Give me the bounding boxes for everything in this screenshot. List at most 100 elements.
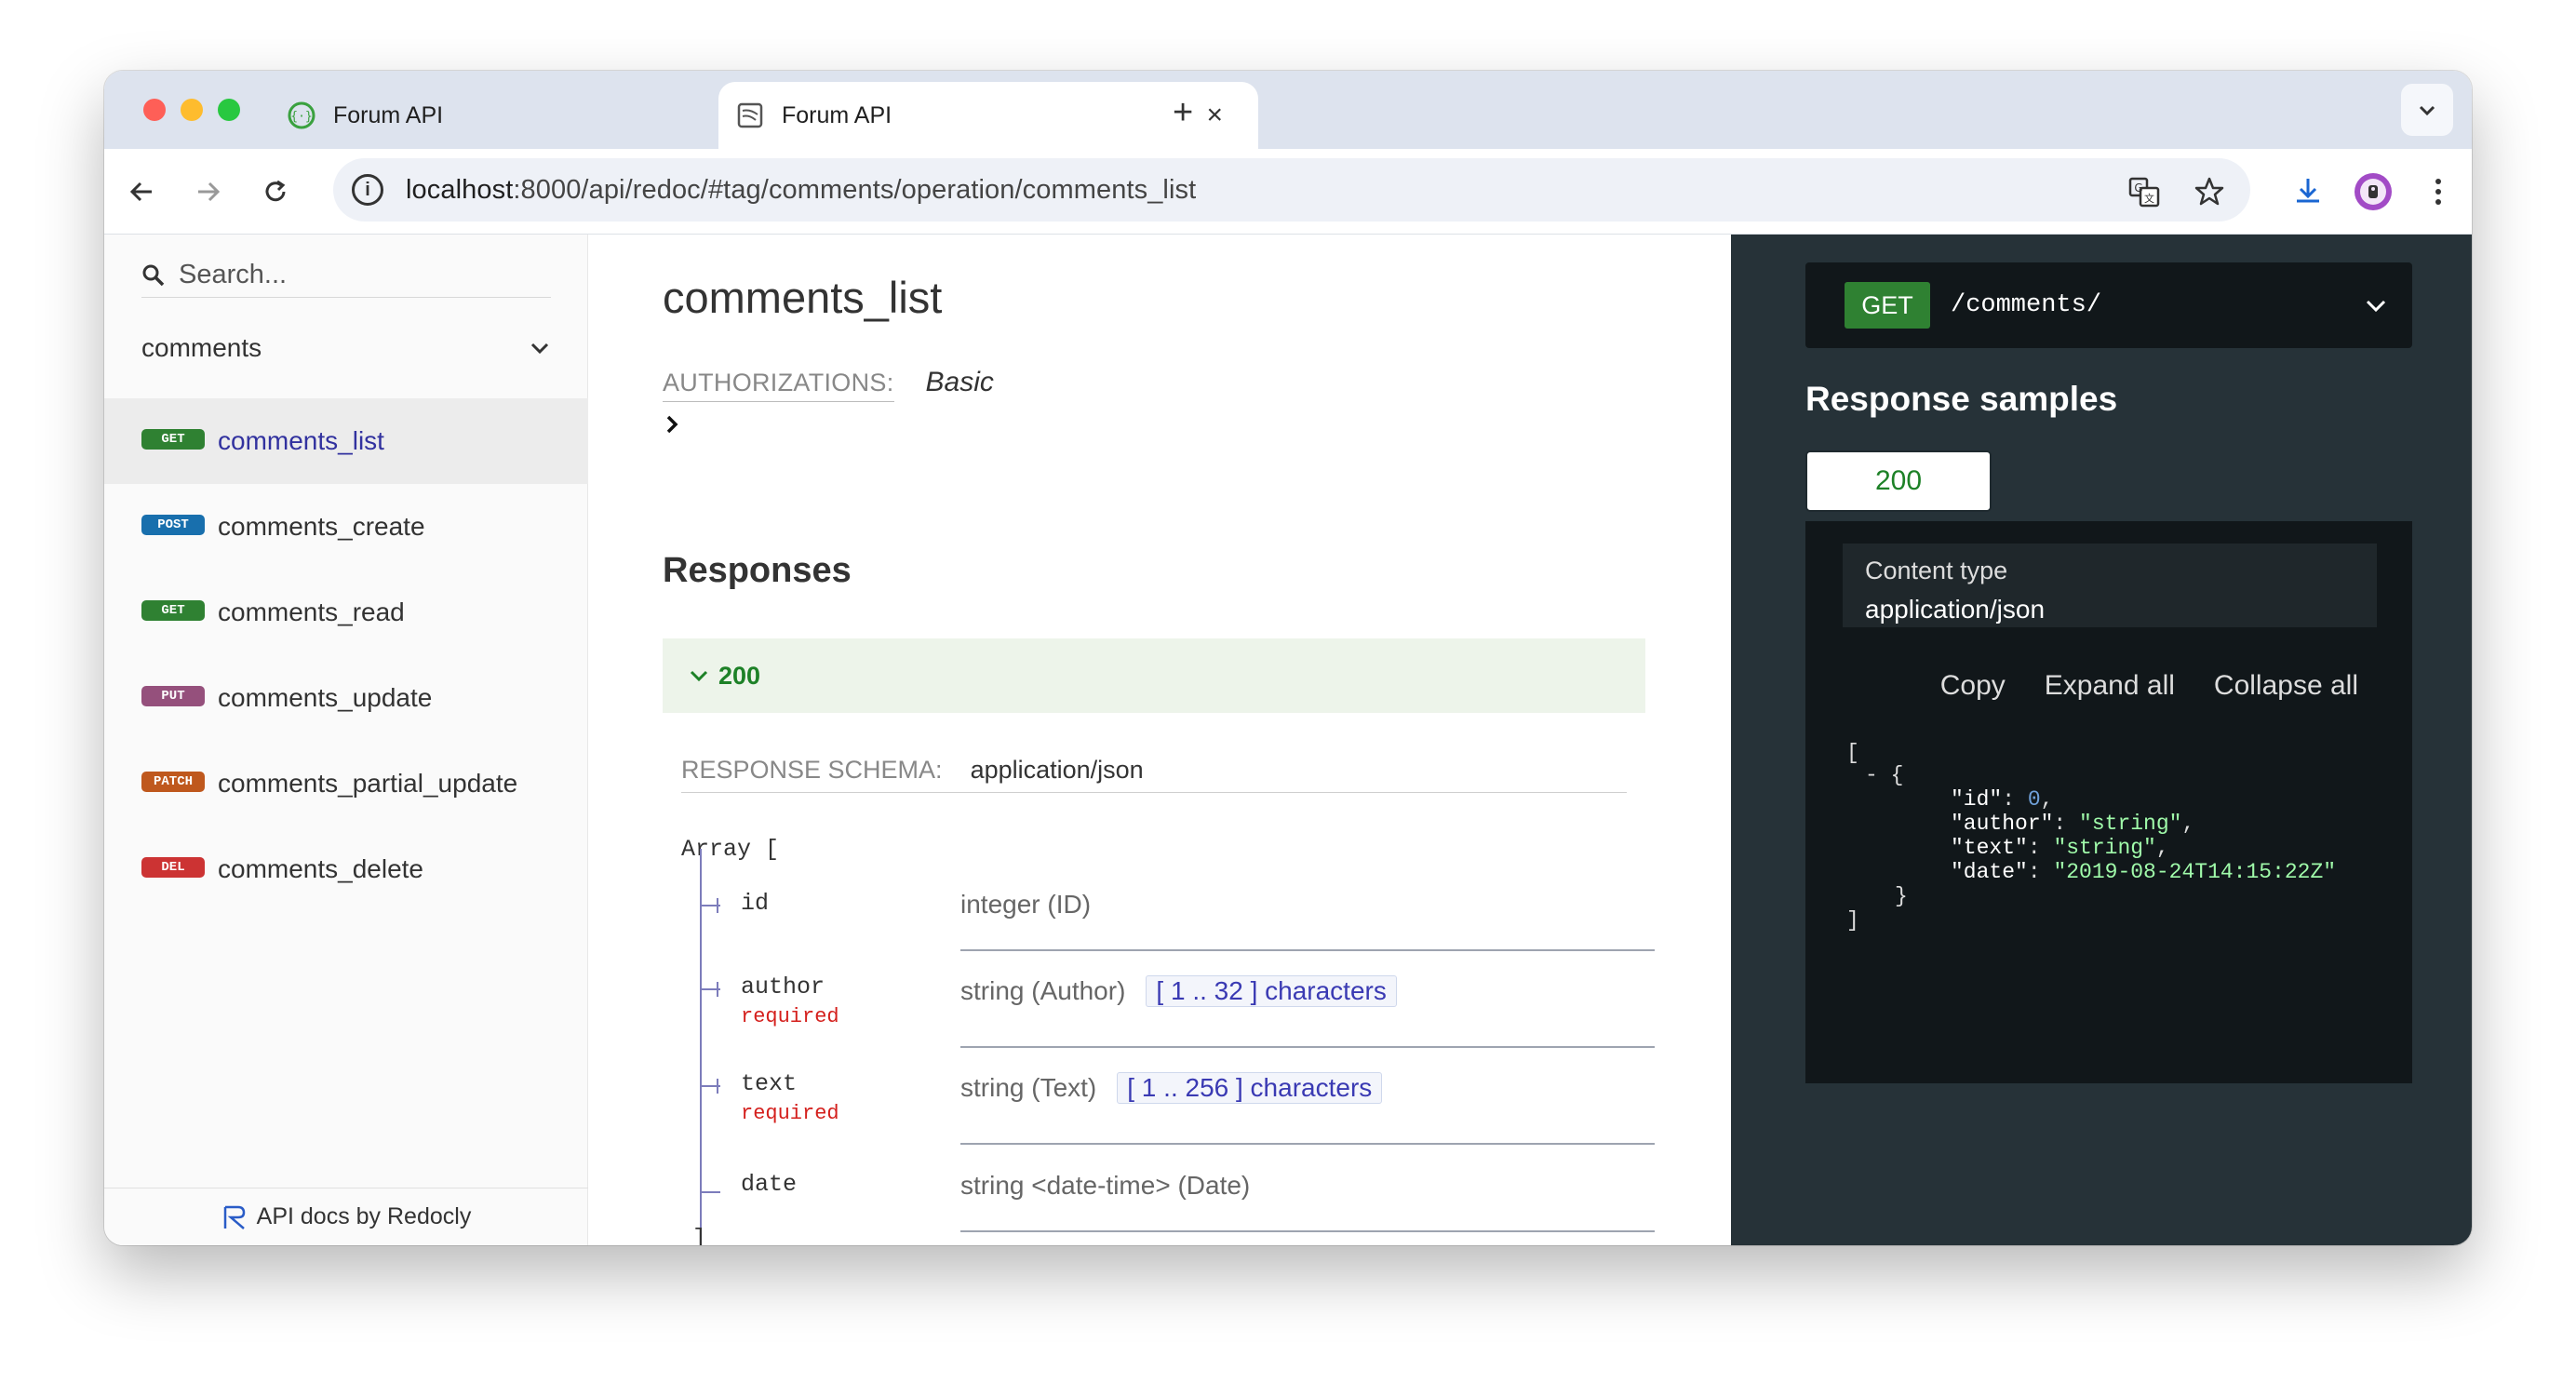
method-badge: PUT xyxy=(141,686,205,706)
bookmark-button[interactable] xyxy=(2187,169,2232,214)
copy-button[interactable]: Copy xyxy=(1940,670,2006,702)
sidebar: Search... comments GET comments_list POS… xyxy=(104,235,588,1245)
endpoint-path: /comments/ xyxy=(1951,291,2102,319)
tab-search-button[interactable] xyxy=(2401,84,2453,136)
sidebar-item-label: comments_partial_update xyxy=(218,769,518,798)
browser-menu-button[interactable] xyxy=(2416,169,2461,214)
property-type: integer (ID) xyxy=(960,890,1092,919)
svg-text:文: 文 xyxy=(2144,192,2154,205)
code-line: "date": "2019-08-24T14:15:22Z" xyxy=(1951,860,2337,884)
star-icon xyxy=(2194,177,2224,206)
chevron-down-icon xyxy=(690,670,708,682)
code-line: ] xyxy=(1846,908,1859,933)
chevron-right-icon xyxy=(666,415,678,434)
sidebar-item-label: comments_read xyxy=(218,598,405,626)
svg-text:G: G xyxy=(2134,181,2142,195)
required-flag: required xyxy=(741,1102,839,1125)
close-tab-icon[interactable]: × xyxy=(1206,101,1223,129)
address-bar[interactable]: i localhost:8000/api/redoc/#tag/comments… xyxy=(333,158,2250,222)
content-type-value: application/json xyxy=(1865,595,2046,624)
code-line: "id": 0, xyxy=(1951,787,2054,812)
response-200-toggle[interactable]: 200 xyxy=(663,638,1645,713)
method-badge: DEL xyxy=(141,857,205,878)
code-collapse-toggle[interactable]: - { xyxy=(1865,763,1903,787)
authorizations-value: Basic xyxy=(925,367,994,397)
new-tab-button[interactable]: + xyxy=(1173,95,1193,130)
status-tab-200[interactable]: 200 xyxy=(1805,450,1992,512)
api-favicon-icon: {·} xyxy=(287,101,316,130)
site-info-icon[interactable]: i xyxy=(352,174,383,206)
svg-text:{·}: {·} xyxy=(290,110,312,124)
translate-icon: G文 xyxy=(2128,177,2160,208)
authorizations-row: AUTHORIZATIONS: Basic xyxy=(663,367,994,402)
forward-button[interactable] xyxy=(186,169,231,214)
sample-actions: Copy Expand all Collapse all xyxy=(1940,670,2358,702)
operation-title: comments_list xyxy=(663,273,943,322)
code-line: } xyxy=(1895,884,1908,908)
response-schema-value: application/json xyxy=(970,756,1144,784)
url-text: localhost:8000/api/redoc/#tag/comments/o… xyxy=(406,174,1197,205)
property-name: text xyxy=(741,1070,798,1097)
minimize-window-button[interactable] xyxy=(181,99,203,121)
sidebar-item-comments-update[interactable]: PUT comments_update xyxy=(104,655,588,741)
downloads-button[interactable] xyxy=(2286,169,2330,214)
avatar-icon xyxy=(2355,173,2392,210)
expand-auth-button[interactable] xyxy=(663,411,683,442)
responses-heading: Responses xyxy=(663,551,852,590)
response-code: 200 xyxy=(718,661,761,690)
method-badge: GET xyxy=(141,600,205,621)
content-type-selector[interactable]: Content type application/json xyxy=(1843,544,2377,627)
maximize-window-button[interactable] xyxy=(218,99,240,121)
sidebar-item-comments-read[interactable]: GET comments_read xyxy=(104,570,588,655)
endpoint-method-badge: GET xyxy=(1845,282,1930,329)
back-button[interactable] xyxy=(119,169,164,214)
sidebar-item-label: comments_delete xyxy=(218,854,424,883)
sidebar-item-comments-delete[interactable]: DEL comments_delete xyxy=(104,826,588,912)
response-sample-box: Content type application/json Copy Expan… xyxy=(1805,521,2412,1083)
chevron-down-icon xyxy=(2419,105,2435,116)
profile-avatar[interactable] xyxy=(2351,169,2395,214)
method-badge: GET xyxy=(141,429,205,450)
sidebar-item-comments-list[interactable]: GET comments_list xyxy=(104,398,588,484)
chevron-down-icon xyxy=(530,342,549,355)
browser-toolbar: i localhost:8000/api/redoc/#tag/comments… xyxy=(104,149,2472,235)
collapse-all-button[interactable]: Collapse all xyxy=(2214,670,2358,702)
tab-title: Forum API xyxy=(782,101,892,128)
property-type: string (Text)[ 1 .. 256 ] characters xyxy=(960,1072,1383,1104)
reload-icon xyxy=(265,180,286,202)
search-placeholder: Search... xyxy=(179,260,288,289)
authorizations-label: AUTHORIZATIONS: xyxy=(663,369,894,402)
redocly-logo-icon xyxy=(223,1205,245,1229)
endpoint-selector[interactable]: GET /comments/ xyxy=(1805,262,2412,348)
code-line: [ xyxy=(1846,741,1859,765)
array-close: ] xyxy=(692,1225,707,1245)
sidebar-item-comments-create[interactable]: POST comments_create xyxy=(104,484,588,570)
length-constraint: [ 1 .. 256 ] characters xyxy=(1117,1072,1383,1104)
sidebar-item-comments-partial-update[interactable]: PATCH comments_partial_update xyxy=(104,741,588,826)
more-vert-icon xyxy=(2435,179,2441,205)
operation-panel: comments_list AUTHORIZATIONS: Basic Resp… xyxy=(588,235,1731,1245)
property-type: string (Author)[ 1 .. 32 ] characters xyxy=(960,975,1397,1007)
response-schema-label: RESPONSE SCHEMA: xyxy=(681,756,943,784)
tab-strip: {·} Forum API × Forum API × + xyxy=(104,71,2472,149)
close-window-button[interactable] xyxy=(143,99,166,121)
expand-all-button[interactable]: Expand all xyxy=(2045,670,2175,702)
back-arrow-icon xyxy=(129,181,152,202)
search-input[interactable]: Search... xyxy=(141,253,551,298)
redocly-credit-link[interactable]: API docs by Redocly xyxy=(104,1188,588,1245)
sidebar-item-label: comments_update xyxy=(218,683,433,712)
property-name: date xyxy=(741,1171,798,1198)
download-icon xyxy=(2297,179,2319,203)
sidebar-group-comments[interactable]: comments xyxy=(141,329,551,367)
property-type: string <date-time> (Date) xyxy=(960,1171,1251,1200)
browser-window: {·} Forum API × Forum API × + xyxy=(104,71,2472,1245)
response-samples-heading: Response samples xyxy=(1805,380,2118,418)
method-badge: POST xyxy=(141,515,205,535)
required-flag: required xyxy=(741,1005,839,1028)
code-line: "author": "string", xyxy=(1951,812,2195,836)
translate-button[interactable]: G文 xyxy=(2122,169,2167,214)
array-open: Array [ xyxy=(681,836,780,863)
sidebar-item-label: comments_list xyxy=(218,426,384,455)
reload-button[interactable] xyxy=(253,169,298,214)
samples-panel: GET /comments/ Response samples 200 Cont… xyxy=(1731,235,2472,1245)
